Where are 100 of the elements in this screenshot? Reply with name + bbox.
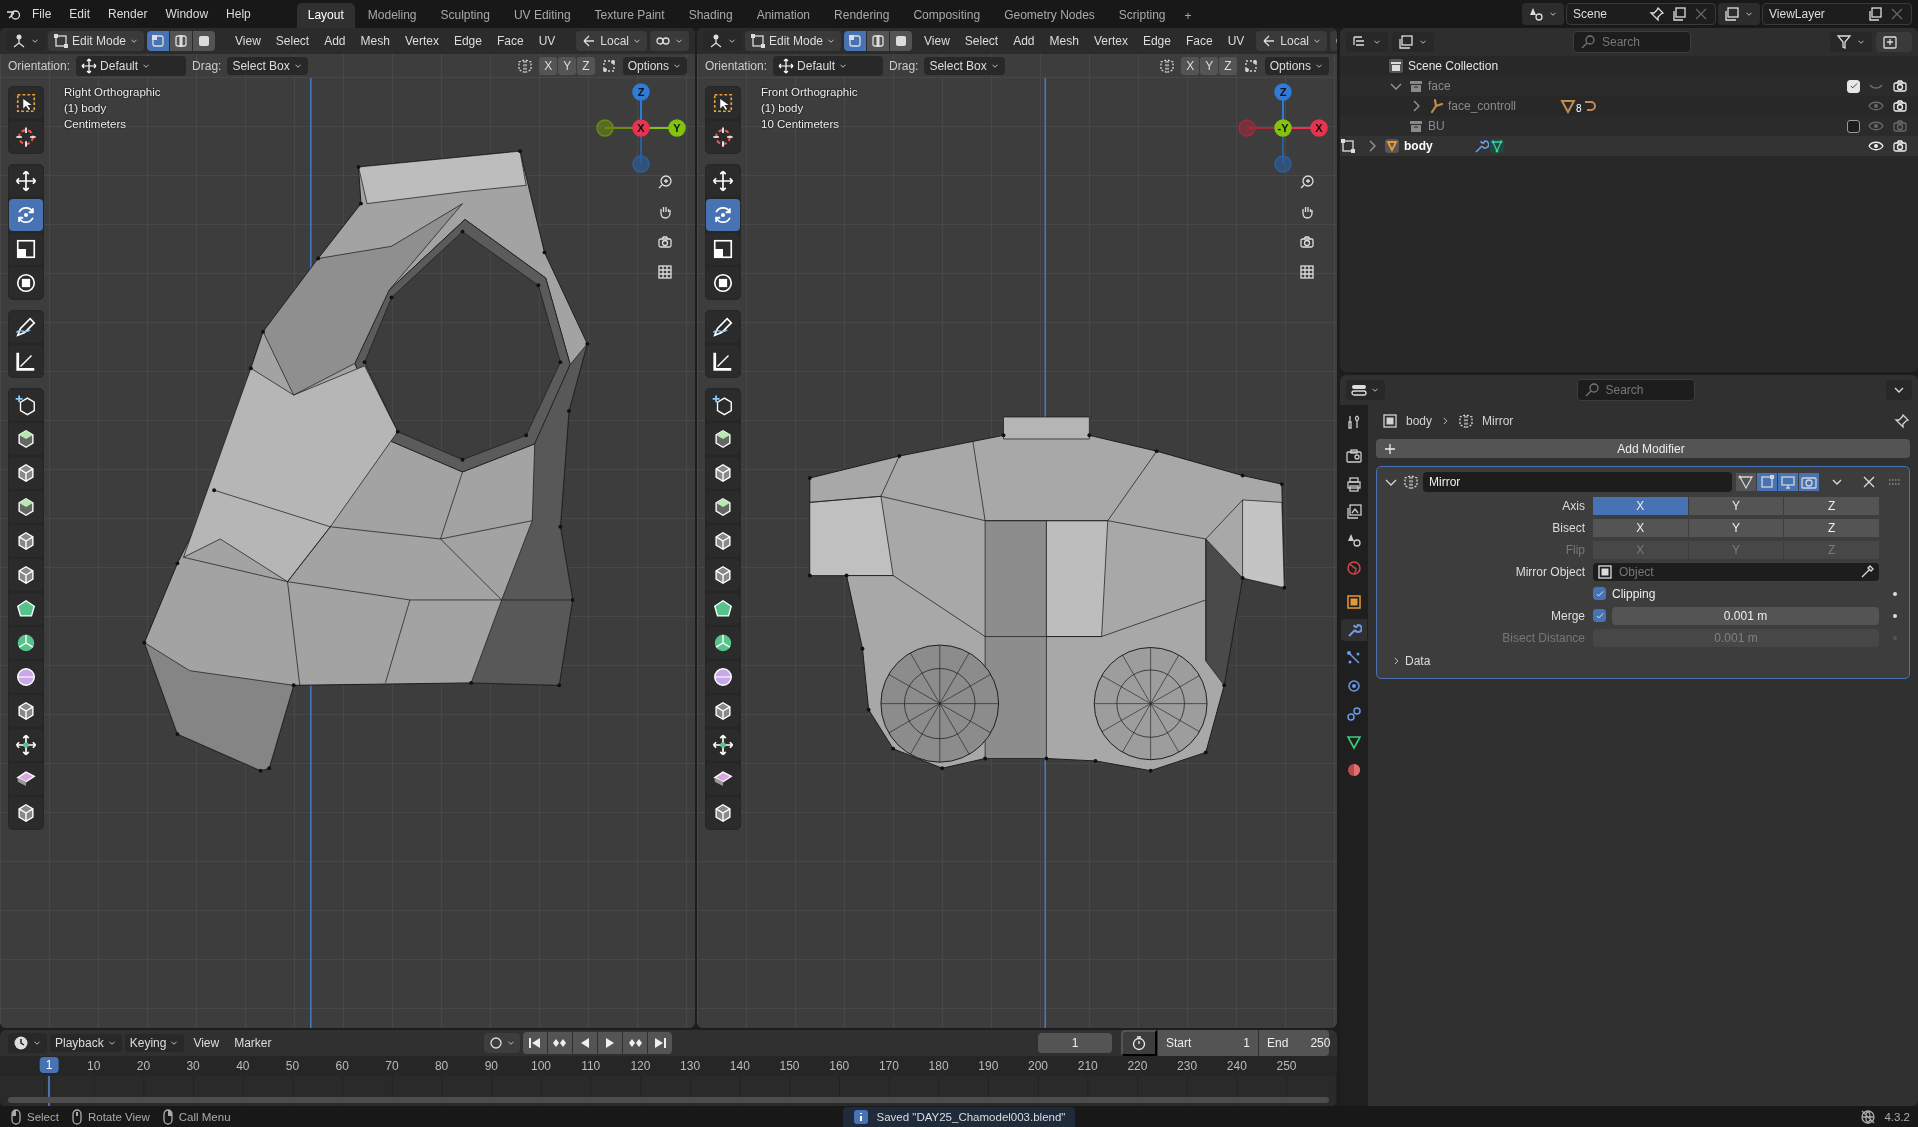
orientation-label: Orientation:	[8, 59, 71, 73]
axis-toggle[interactable]: Y	[1688, 496, 1784, 515]
menu-item[interactable]: View	[187, 1033, 226, 1053]
orientation-dropdown[interactable]: Local	[576, 31, 647, 51]
workspace-tab[interactable]: Texture Paint	[583, 3, 676, 28]
subpanel-header[interactable]: Data	[1405, 654, 1431, 668]
workspace-tab[interactable]: Animation	[745, 3, 822, 28]
axis-toggle[interactable]: Y	[1688, 518, 1784, 537]
workspace-tab[interactable]: Modeling	[356, 3, 428, 28]
object-field[interactable]: Object	[1593, 562, 1879, 581]
axis-toggle[interactable]: Z	[577, 57, 595, 75]
workspace-tab[interactable]: UV Editing	[502, 3, 582, 28]
search-field[interactable]: Search	[1573, 31, 1691, 53]
playhead[interactable]: 1	[39, 1057, 59, 1073]
axis-toggle[interactable]: X	[1593, 496, 1688, 515]
workspace-tab[interactable]: Shading	[677, 3, 744, 28]
frame-number: 110	[581, 1059, 601, 1073]
view-layer-field[interactable]: ViewLayer	[1762, 3, 1912, 25]
number-field[interactable]: 0.001 m	[1612, 606, 1879, 625]
add-workspace-button[interactable]: +	[1178, 3, 1198, 28]
menu-item[interactable]: Vertex	[398, 31, 445, 51]
menu-item[interactable]: Mesh	[354, 31, 396, 51]
frame-number: 160	[829, 1059, 850, 1073]
axis-toggle[interactable]: Y	[1200, 57, 1219, 75]
axis-label: Y	[673, 122, 681, 134]
menu-item[interactable]: UV	[532, 31, 562, 51]
menu-item[interactable]: Window	[157, 3, 217, 25]
menu-item[interactable]: Help	[218, 3, 259, 25]
menu-item[interactable]: Select	[269, 31, 316, 51]
axis-label: -Y	[1277, 122, 1289, 134]
menu-item[interactable]: Edge	[447, 31, 488, 51]
viewport[interactable]: Edit Mode View Select Add Mesh Vertex Edge Face UV Local Orientation: Default Drag: Select Box X Y Z Options Front Orthographic (1) body 10 Centimeters Z -Y X	[697, 28, 1337, 1028]
orientation-select[interactable]: Default	[773, 56, 884, 76]
scene-field[interactable]: Scene	[1566, 3, 1716, 25]
add-modifier-button[interactable]: Add Modifier	[1376, 439, 1910, 458]
orientation-select[interactable]: Default	[76, 56, 187, 76]
drag-select[interactable]: Select Box	[924, 57, 1005, 75]
drag-label: Drag:	[192, 59, 222, 73]
navigation-gizmo[interactable]: Z X Y	[595, 82, 687, 174]
field-label: Axis	[1561, 498, 1585, 513]
axis-toggle[interactable]: Y	[558, 57, 577, 75]
menu-item[interactable]: Select	[958, 31, 1005, 51]
frame-number: 240	[1226, 1059, 1247, 1073]
menu-item[interactable]: Face	[490, 31, 530, 51]
menu-item[interactable]: Add	[1007, 31, 1041, 51]
options-dropdown[interactable]: Options	[1264, 57, 1329, 75]
axis-toggle[interactable]: Z	[1784, 496, 1879, 515]
frame-number: 100	[531, 1059, 552, 1073]
outliner-row[interactable]: body	[1340, 136, 1918, 156]
workspace-tab[interactable]: Scripting	[1107, 3, 1177, 28]
menu-item[interactable]: View	[229, 31, 267, 51]
outliner-row[interactable]: face_controll 8	[1340, 96, 1918, 116]
workspace-tab[interactable]: Geometry Nodes	[993, 3, 1106, 28]
mode-dropdown[interactable]: Edit Mode	[48, 31, 145, 51]
axis-toggle[interactable]: Z	[1784, 518, 1879, 537]
navigation-gizmo[interactable]: Z -Y X	[1237, 82, 1329, 174]
menu-item[interactable]: Render	[100, 3, 156, 25]
menu-item[interactable]: Mesh	[1043, 31, 1085, 51]
axis-label: X	[1315, 122, 1323, 134]
menu-item[interactable]: Vertex	[1087, 31, 1134, 51]
menu-dropdown[interactable]: Keying	[124, 1034, 185, 1052]
drag-label: Drag:	[889, 59, 919, 73]
frame-number: 210	[1077, 1059, 1098, 1073]
outliner-row[interactable]: Scene Collection	[1340, 56, 1918, 76]
menu-item[interactable]: File	[24, 3, 60, 25]
frame-number: 80	[434, 1059, 449, 1073]
axis-toggle[interactable]: X	[1181, 57, 1200, 75]
frame-number: 220	[1127, 1059, 1148, 1073]
item-label: BU	[1428, 119, 1445, 133]
axis-toggle[interactable]: Z	[1219, 57, 1237, 75]
options-dropdown[interactable]: Options	[622, 57, 687, 75]
drag-select[interactable]: Select Box	[227, 57, 308, 75]
menu-item[interactable]: Edit	[61, 3, 99, 25]
menu-item[interactable]: Add	[318, 31, 352, 51]
mode-dropdown[interactable]: Edit Mode	[745, 31, 842, 51]
item-label: body	[1404, 139, 1433, 153]
frame-field[interactable]: 1	[1038, 1033, 1112, 1053]
start-field[interactable]: Start 1	[1158, 1030, 1258, 1056]
axis-label: Z	[1279, 86, 1287, 98]
frame-number: 200	[1028, 1059, 1049, 1073]
orientation-dropdown[interactable]: Local	[1256, 31, 1327, 51]
name-field[interactable]: Mirror	[1423, 472, 1732, 492]
axis-toggle[interactable]: X	[539, 57, 558, 75]
workspace-tab[interactable]: Layout	[296, 3, 355, 28]
field-label: Bisect Distance	[1501, 630, 1585, 645]
menu-item[interactable]: Face	[1179, 31, 1219, 51]
frame-number: 50	[285, 1059, 300, 1073]
menu-item[interactable]: UV	[1221, 31, 1251, 51]
menu-item[interactable]: View	[918, 31, 956, 51]
menu-item[interactable]: Marker	[228, 1033, 278, 1053]
frame-number: 180	[928, 1059, 949, 1073]
workspace-tab[interactable]: Compositing	[902, 3, 992, 28]
menu-dropdown[interactable]: Playback	[50, 1034, 122, 1052]
search-field[interactable]: Search	[1576, 379, 1695, 401]
end-field[interactable]: End 250	[1259, 1030, 1329, 1056]
menu-item[interactable]: Edge	[1136, 31, 1177, 51]
workspace-tab[interactable]: Sculpting	[429, 3, 501, 28]
axis-toggle[interactable]: X	[1593, 518, 1688, 537]
workspace-tab[interactable]: Rendering	[823, 3, 901, 28]
viewport[interactable]: Edit Mode View Select Add Mesh Vertex Edge Face UV Local Orientation: Default Drag: Select Box X Y Z Options Right Orthographic (1) body Centimeters Z X Y	[0, 28, 695, 1028]
